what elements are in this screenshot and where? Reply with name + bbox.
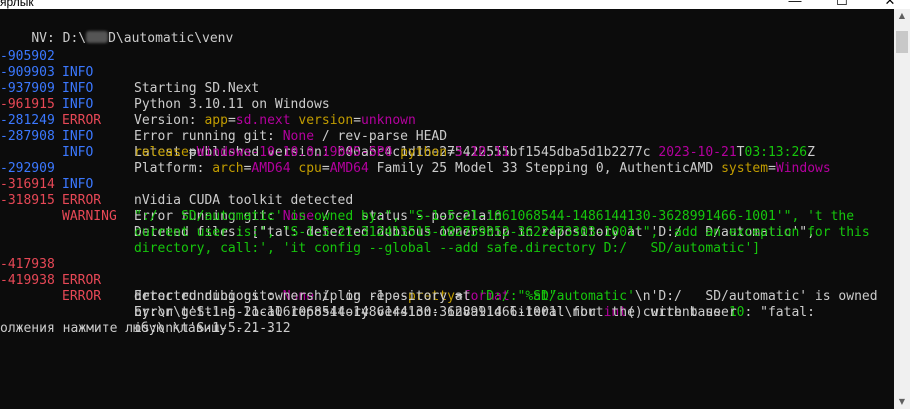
close-button[interactable]: ✕	[870, 0, 910, 9]
log-row: -419938 ERROR Error getting local reposi…	[0, 257, 894, 320]
log-continuation: by:\n\t'S-1-5-21-1061068544-1486144130-3…	[134, 305, 737, 320]
console-output[interactable]: NV: D:\ D\automatic\venv -905902 INFO Sta…	[0, 9, 894, 409]
minimize-button[interactable]: —	[775, 0, 815, 9]
log-continuation: is:\n\t'S-1-5-21-312	[134, 321, 291, 336]
log-continuation: detected dubious ownership in repository…	[134, 289, 878, 304]
log-continuation: release=Windows-10-10.0.19045-SP0 python…	[134, 145, 510, 160]
maximize-button[interactable]: ☐	[822, 0, 862, 9]
window-title: ярлык	[0, 0, 34, 9]
log-continuation: directory, call:', 'it config --global -…	[134, 241, 761, 256]
log-row: -318915 WARNING Deleted files: ["tal: de…	[0, 177, 894, 240]
log-row: -287908 INFO Platform: arch=AMD64 cpu=AM…	[0, 113, 894, 176]
log-continuation: ":/ SD/automatic' is owned by:", "S-1-5-…	[134, 209, 855, 224]
log-row: -961915 ERROR Error running git: None / …	[0, 81, 894, 144]
scroll-thumb[interactable]	[896, 31, 908, 53]
log-row: -905902 INFO Starting SD.Next	[0, 33, 894, 96]
press-any-key-prompt: олжения нажмите любую клавишу . . .	[0, 321, 274, 336]
log-row: -417938 ERROR Error running git: None / …	[0, 241, 894, 304]
log-row: -937909 INFO Version: app=sd.next versio…	[0, 65, 894, 128]
vertical-scrollbar[interactable]: ▲ ▼	[894, 9, 910, 409]
venv-line: NV: D:\ D\automatic\venv	[31, 31, 234, 46]
log-row: -292909 INFO nVidia CUDA toolkit detecte…	[0, 145, 894, 208]
log-row: -909903 INFO Python 3.10.11 on Windows	[0, 49, 894, 112]
scroll-up-icon[interactable]: ▲	[894, 9, 910, 23]
log-continuation: current user is:', "S-1-5-21-312413515-1…	[134, 225, 870, 240]
title-bar: ярлык — ☐ ✕	[0, 0, 910, 9]
scroll-down-icon[interactable]: ▼	[894, 395, 910, 409]
log-row: -281249 INFO Latest published version: b…	[0, 97, 894, 160]
log-row: -316914 ERROR Error running git: None / …	[0, 161, 894, 224]
